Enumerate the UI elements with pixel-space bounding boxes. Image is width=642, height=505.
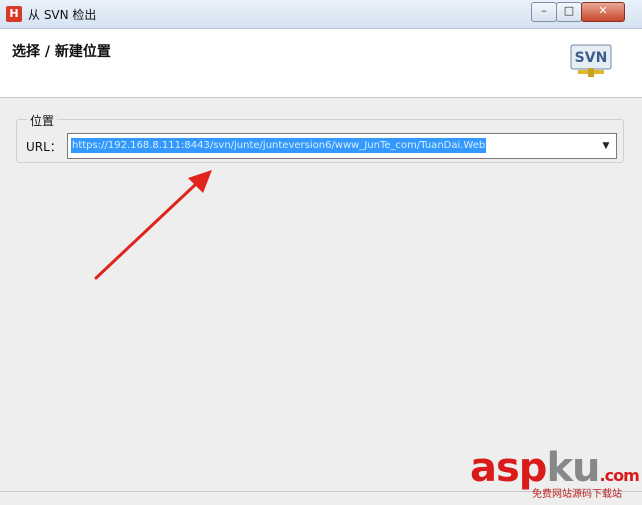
watermark-dot-com: .com [599,466,640,485]
red-arrow-annotation [94,170,212,280]
watermark-logo: aspku.com 免费网站源码下载站 [470,446,640,502]
arrow-shaft [94,182,198,280]
watermark-subtitle: 免费网站源码下载站 [532,489,622,500]
